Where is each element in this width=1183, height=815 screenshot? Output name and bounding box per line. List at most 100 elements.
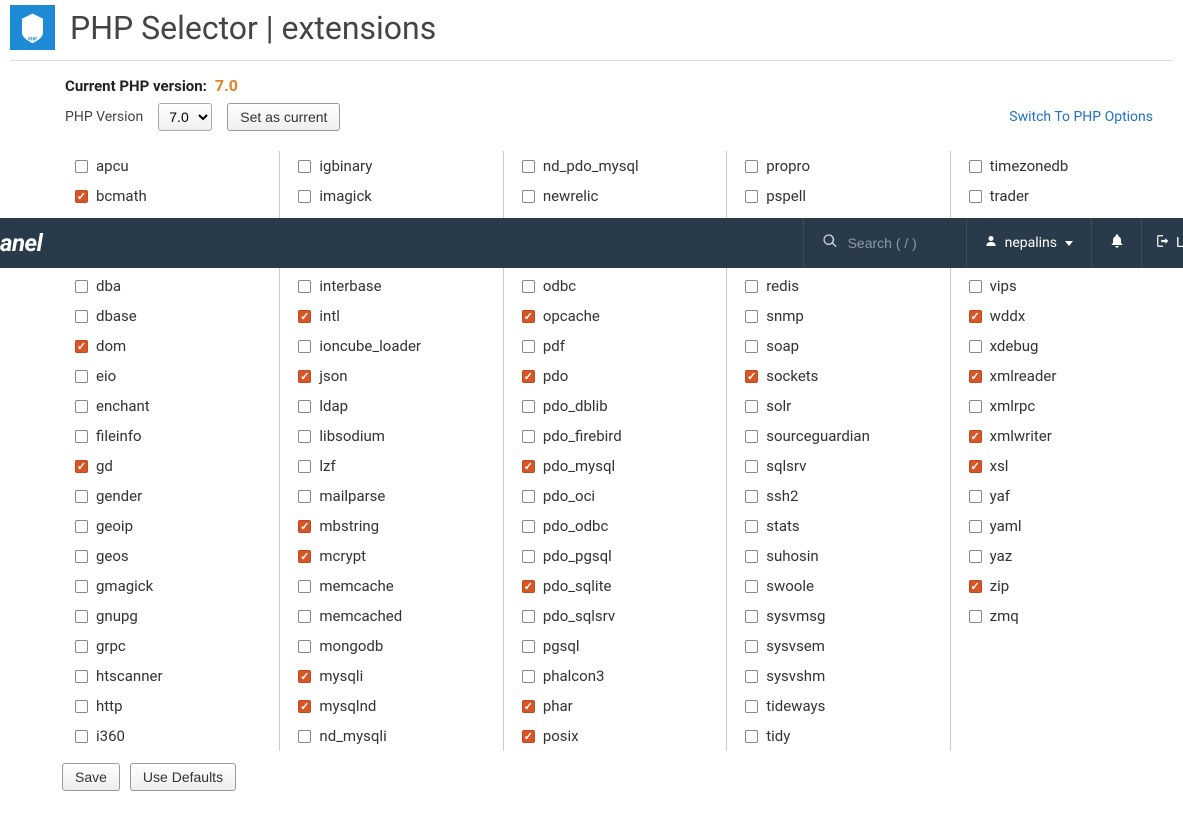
- extension-checkbox[interactable]: [745, 670, 758, 683]
- extension-checkbox[interactable]: [298, 700, 311, 713]
- extension-checkbox[interactable]: [745, 340, 758, 353]
- extension-checkbox[interactable]: [298, 580, 311, 593]
- extension-checkbox[interactable]: [969, 460, 982, 473]
- extension-checkbox[interactable]: [298, 190, 311, 203]
- set-as-current-button[interactable]: Set as current: [227, 103, 340, 131]
- extension-checkbox[interactable]: [969, 610, 982, 623]
- search-input[interactable]: [848, 235, 948, 251]
- extension-checkbox[interactable]: [745, 580, 758, 593]
- extension-checkbox[interactable]: [298, 610, 311, 623]
- extension-checkbox[interactable]: [522, 430, 535, 443]
- extension-item: pdf: [522, 331, 716, 361]
- switch-php-options-link[interactable]: Switch To PHP Options: [1009, 109, 1153, 125]
- extension-checkbox[interactable]: [969, 370, 982, 383]
- extension-checkbox[interactable]: [75, 610, 88, 623]
- extension-checkbox[interactable]: [522, 310, 535, 323]
- extension-checkbox[interactable]: [298, 550, 311, 563]
- use-defaults-button[interactable]: Use Defaults: [130, 763, 236, 791]
- php-version-select[interactable]: 7.0: [158, 103, 212, 131]
- extension-checkbox[interactable]: [745, 700, 758, 713]
- extension-checkbox[interactable]: [745, 280, 758, 293]
- extension-checkbox[interactable]: [75, 640, 88, 653]
- extension-checkbox[interactable]: [75, 490, 88, 503]
- extension-checkbox[interactable]: [969, 310, 982, 323]
- extension-checkbox[interactable]: [969, 490, 982, 503]
- save-button[interactable]: Save: [62, 763, 120, 791]
- extension-checkbox[interactable]: [745, 370, 758, 383]
- extension-checkbox[interactable]: [75, 460, 88, 473]
- extension-checkbox[interactable]: [522, 610, 535, 623]
- extension-checkbox[interactable]: [969, 520, 982, 533]
- extension-checkbox[interactable]: [298, 520, 311, 533]
- extension-checkbox[interactable]: [522, 580, 535, 593]
- notifications-button[interactable]: [1091, 218, 1141, 268]
- extension-checkbox[interactable]: [522, 700, 535, 713]
- extension-checkbox[interactable]: [522, 280, 535, 293]
- extension-checkbox[interactable]: [298, 670, 311, 683]
- logout-button[interactable]: LO: [1141, 218, 1183, 268]
- extension-checkbox[interactable]: [745, 730, 758, 743]
- extension-checkbox[interactable]: [75, 340, 88, 353]
- extension-checkbox[interactable]: [745, 160, 758, 173]
- extension-checkbox[interactable]: [969, 430, 982, 443]
- extension-checkbox[interactable]: [75, 370, 88, 383]
- extension-checkbox[interactable]: [298, 310, 311, 323]
- extension-checkbox[interactable]: [745, 460, 758, 473]
- extension-checkbox[interactable]: [298, 370, 311, 383]
- extension-checkbox[interactable]: [745, 550, 758, 563]
- extension-checkbox[interactable]: [522, 490, 535, 503]
- extension-checkbox[interactable]: [298, 460, 311, 473]
- extension-checkbox[interactable]: [969, 400, 982, 413]
- extension-checkbox[interactable]: [75, 310, 88, 323]
- extension-checkbox[interactable]: [75, 160, 88, 173]
- extension-checkbox[interactable]: [75, 430, 88, 443]
- extension-checkbox[interactable]: [969, 160, 982, 173]
- extension-checkbox[interactable]: [75, 700, 88, 713]
- extension-checkbox[interactable]: [298, 490, 311, 503]
- extension-checkbox[interactable]: [745, 520, 758, 533]
- extension-checkbox[interactable]: [969, 580, 982, 593]
- extension-checkbox[interactable]: [75, 400, 88, 413]
- extension-checkbox[interactable]: [522, 340, 535, 353]
- user-menu[interactable]: nepalins: [966, 218, 1091, 268]
- extension-checkbox[interactable]: [522, 670, 535, 683]
- extension-checkbox[interactable]: [969, 340, 982, 353]
- extension-checkbox[interactable]: [522, 370, 535, 383]
- extension-checkbox[interactable]: [75, 730, 88, 743]
- extension-checkbox[interactable]: [745, 490, 758, 503]
- extension-checkbox[interactable]: [298, 280, 311, 293]
- extension-checkbox[interactable]: [75, 190, 88, 203]
- extension-checkbox[interactable]: [522, 640, 535, 653]
- extension-checkbox[interactable]: [522, 400, 535, 413]
- extension-checkbox[interactable]: [298, 340, 311, 353]
- extension-checkbox[interactable]: [522, 160, 535, 173]
- extension-checkbox[interactable]: [75, 550, 88, 563]
- extension-checkbox[interactable]: [75, 280, 88, 293]
- extension-checkbox[interactable]: [745, 610, 758, 623]
- extension-checkbox[interactable]: [522, 730, 535, 743]
- extension-checkbox[interactable]: [969, 190, 982, 203]
- extension-checkbox[interactable]: [75, 670, 88, 683]
- extension-checkbox[interactable]: [745, 190, 758, 203]
- extension-checkbox[interactable]: [522, 460, 535, 473]
- extension-checkbox[interactable]: [75, 580, 88, 593]
- extension-checkbox[interactable]: [298, 400, 311, 413]
- extension-checkbox[interactable]: [298, 160, 311, 173]
- extension-item: soap: [745, 331, 939, 361]
- extension-checkbox[interactable]: [298, 430, 311, 443]
- extension-checkbox[interactable]: [745, 400, 758, 413]
- extension-checkbox[interactable]: [75, 520, 88, 533]
- extension-checkbox[interactable]: [969, 550, 982, 563]
- extension-item: trader: [969, 181, 1163, 211]
- extension-checkbox[interactable]: [298, 730, 311, 743]
- extension-checkbox[interactable]: [298, 640, 311, 653]
- extension-checkbox[interactable]: [745, 310, 758, 323]
- extension-checkbox[interactable]: [522, 190, 535, 203]
- extension-item: opcache: [522, 301, 716, 331]
- extension-checkbox[interactable]: [969, 280, 982, 293]
- search-box[interactable]: [803, 218, 966, 268]
- extension-checkbox[interactable]: [522, 520, 535, 533]
- extension-checkbox[interactable]: [745, 640, 758, 653]
- extension-checkbox[interactable]: [745, 430, 758, 443]
- extension-checkbox[interactable]: [522, 550, 535, 563]
